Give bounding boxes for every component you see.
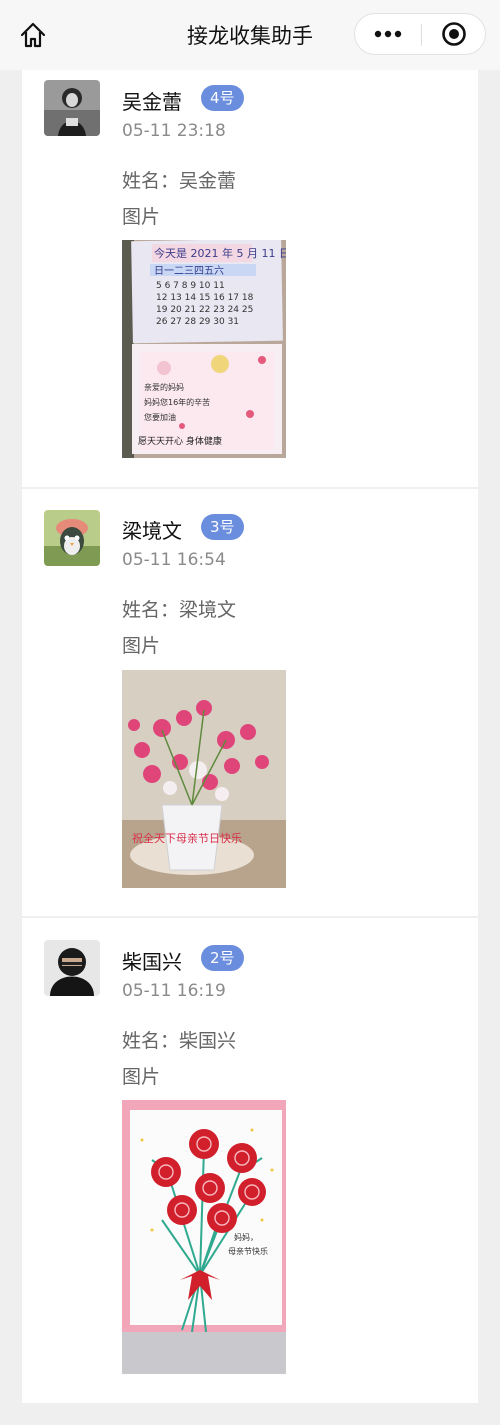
avatar[interactable]	[44, 940, 100, 996]
svg-text:妈妈，: 妈妈，	[234, 1232, 258, 1242]
capsule-menu	[354, 13, 486, 55]
svg-text:12 13 14 15 16 17 18: 12 13 14 15 16 17 18	[156, 293, 254, 303]
sequence-badge: 4号	[201, 85, 244, 111]
avatar[interactable]	[44, 80, 100, 136]
svg-text:5 6 7 8 9 10 11: 5 6 7 8 9 10 11	[156, 281, 225, 291]
timestamp: 05-11 23:18	[122, 121, 226, 141]
entry-card: 梁境文 3号 05-11 16:54 姓名：梁境文 图片 祝全天下母亲节日快乐	[22, 489, 478, 916]
close-button[interactable]	[422, 14, 486, 54]
svg-text:日一二三四五六: 日一二三四五六	[154, 265, 224, 277]
submitted-photo[interactable]: 妈妈， 母亲节快乐	[122, 1100, 286, 1374]
avatar[interactable]	[44, 510, 100, 566]
svg-text:母亲节快乐: 母亲节快乐	[228, 1246, 268, 1256]
photo-label: 图片	[122, 206, 161, 228]
photo-label: 图片	[122, 635, 161, 657]
timestamp: 05-11 16:54	[122, 550, 226, 570]
more-dots-icon	[374, 30, 402, 38]
submitted-photo[interactable]: 祝全天下母亲节日快乐	[122, 670, 286, 888]
nav-bar: 接龙收集助手	[0, 0, 500, 70]
svg-text:19 20 21 22 23 24 25: 19 20 21 22 23 24 25	[156, 305, 253, 315]
svg-text:26 27 28 29 30 31: 26 27 28 29 30 31	[156, 317, 239, 327]
target-circle-icon	[442, 22, 466, 46]
entry-card: 柴国兴 2号 05-11 16:19 姓名：柴国兴 图片 妈妈， 母亲节快乐	[22, 918, 478, 1403]
user-name: 柴国兴	[122, 950, 182, 974]
svg-text:亲爱的妈妈: 亲爱的妈妈	[144, 382, 184, 392]
timestamp: 05-11 16:19	[122, 981, 226, 1001]
name-field: 姓名：柴国兴	[122, 1030, 237, 1052]
name-field: 姓名：吴金蕾	[122, 170, 237, 192]
submitted-photo[interactable]: 今天是 2021 年 5 月 11 日 日一二三四五六 5 6 7 8 9 10…	[122, 240, 286, 458]
sequence-badge: 2号	[201, 945, 244, 971]
svg-text:您要加油: 您要加油	[144, 412, 176, 422]
user-name: 梁境文	[122, 519, 182, 543]
svg-text:祝全天下母亲节日快乐: 祝全天下母亲节日快乐	[132, 831, 242, 845]
sequence-badge: 3号	[201, 514, 244, 540]
name-field: 姓名：梁境文	[122, 599, 237, 621]
svg-text:今天是 2021 年 5 月 11 日: 今天是 2021 年 5 月 11 日	[154, 246, 286, 260]
user-name: 吴金蕾	[122, 90, 182, 114]
entry-card: 吴金蕾 4号 05-11 23:18 姓名：吴金蕾 图片 今天是 2021 年 …	[22, 70, 478, 487]
photo-label: 图片	[122, 1066, 161, 1088]
svg-text:愿天天开心 身体健康: 愿天天开心 身体健康	[138, 435, 222, 447]
more-button[interactable]	[355, 14, 421, 54]
svg-text:妈妈您16年的辛苦: 妈妈您16年的辛苦	[144, 397, 210, 407]
